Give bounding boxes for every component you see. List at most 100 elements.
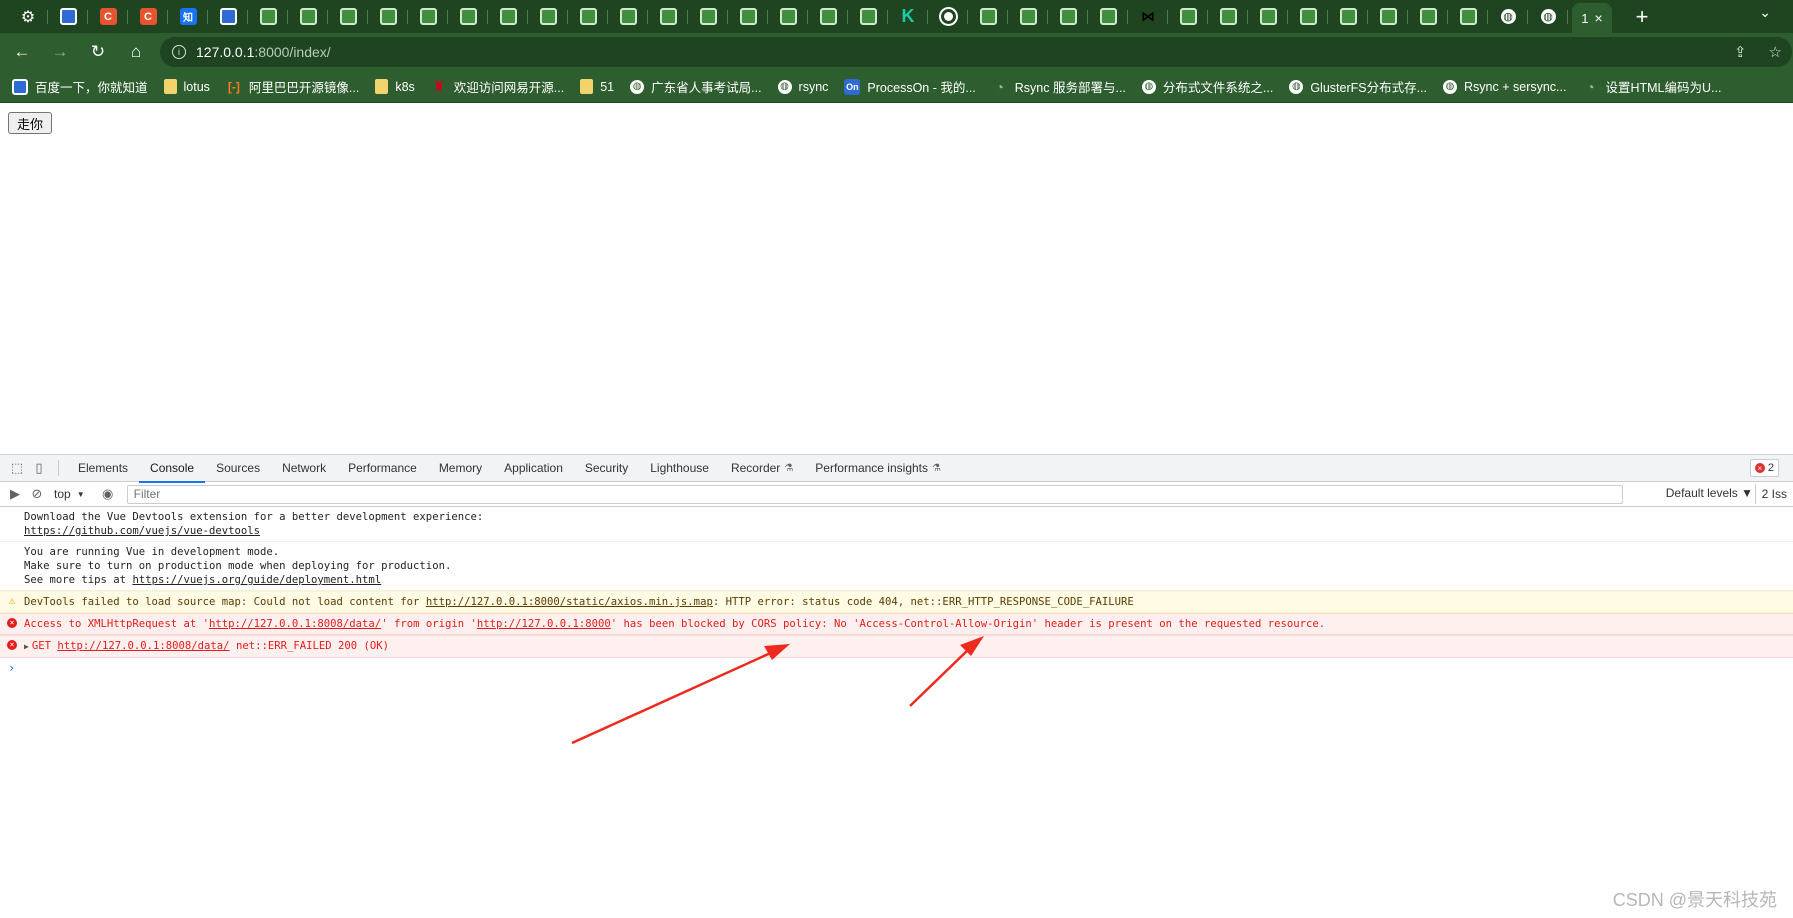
browser-tab[interactable] — [568, 0, 608, 33]
new-tab-button[interactable]: + — [1630, 4, 1654, 29]
browser-tab[interactable] — [1368, 0, 1408, 33]
browser-tab[interactable] — [288, 0, 328, 33]
back-button[interactable]: ← — [6, 36, 38, 68]
active-tab[interactable]: 1 × — [1572, 3, 1612, 33]
browser-tab[interactable]: C — [128, 0, 168, 33]
message-link[interactable]: http://127.0.0.1:8000 — [477, 618, 611, 630]
console-sidebar-icon[interactable]: ▶ — [4, 483, 26, 505]
message-link[interactable]: https://vuejs.org/guide/deployment.html — [132, 574, 381, 586]
pycharm-icon — [539, 8, 557, 25]
tab-security[interactable]: Security — [574, 455, 639, 482]
browser-tab[interactable]: 知 — [168, 0, 208, 33]
browser-tab[interactable] — [408, 0, 448, 33]
tab-elements[interactable]: Elements — [67, 455, 139, 482]
console-error-get-failed[interactable]: × ▶ GET http://127.0.0.1:8008/data/ net::E… — [0, 635, 1793, 658]
browser-tab[interactable] — [848, 0, 888, 33]
tab-performance[interactable]: Performance — [337, 455, 428, 482]
expand-triangle-icon[interactable]: ▶ — [24, 642, 29, 651]
tab-application[interactable]: Application — [493, 455, 574, 482]
browser-tab[interactable] — [1208, 0, 1248, 33]
clear-console-icon[interactable]: ⊘ — [26, 483, 48, 505]
browser-tab[interactable] — [368, 0, 408, 33]
browser-tab[interactable] — [1328, 0, 1368, 33]
message-link[interactable]: http://127.0.0.1:8008/data/ — [57, 640, 229, 652]
bookmark-item[interactable]: ◍ 广东省人事考试局... — [630, 77, 762, 96]
tab-recorder[interactable]: Recorder ⚗ — [720, 455, 804, 482]
browser-tab[interactable] — [528, 0, 568, 33]
browser-tab[interactable] — [608, 0, 648, 33]
bookmark-item[interactable]: ◍ GlusterFS分布式存... — [1289, 77, 1427, 96]
tab-search-chevron-icon[interactable]: ⌄ — [1759, 4, 1771, 21]
tab-memory[interactable]: Memory — [428, 455, 493, 482]
tab-console[interactable]: Console — [139, 455, 206, 483]
bookmark-item[interactable]: ◔ 设置HTML编码为U... — [1582, 77, 1721, 96]
browser-tab[interactable] — [1448, 0, 1488, 33]
browser-tab[interactable] — [928, 0, 968, 33]
browser-tab[interactable] — [1088, 0, 1128, 33]
close-icon[interactable]: × — [1595, 10, 1603, 26]
issues-button[interactable]: 2 Iss — [1754, 484, 1793, 504]
bookmark-star-icon[interactable]: ☆ — [1769, 43, 1782, 61]
browser-tab[interactable] — [1408, 0, 1448, 33]
baidu-icon — [59, 8, 77, 25]
go-button[interactable]: 走你 — [8, 112, 53, 134]
reload-button[interactable]: ↻ — [82, 36, 114, 68]
error-count-badge[interactable]: × 2 — [1749, 459, 1779, 477]
tab-lighthouse[interactable]: Lighthouse — [639, 455, 720, 482]
browser-tab[interactable] — [648, 0, 688, 33]
browser-tab[interactable] — [248, 0, 288, 33]
devtools-tab-bar: ⬚ ▯ Elements Console Sources Network Perform… — [0, 455, 1793, 483]
forward-button[interactable]: → — [44, 36, 76, 68]
bookmark-item[interactable]: ◍ rsync — [777, 79, 828, 94]
address-bar[interactable]: i 127.0.0.1:8000/index/ ⇪ ☆ — [160, 37, 1792, 67]
tab-network[interactable]: Network — [271, 455, 337, 482]
browser-tab[interactable] — [448, 0, 488, 33]
console-filter-input[interactable] — [126, 484, 1623, 504]
inspect-element-icon[interactable]: ⬚ — [6, 457, 28, 479]
device-toolbar-icon[interactable]: ▯ — [28, 457, 50, 479]
browser-tab[interactable] — [208, 0, 248, 33]
browser-tab[interactable]: ◍ — [1488, 0, 1528, 33]
browser-tab[interactable]: ⋈ — [1128, 0, 1168, 33]
pycharm-icon — [819, 8, 837, 25]
browser-tab[interactable]: C — [88, 0, 128, 33]
browser-tab[interactable] — [768, 0, 808, 33]
bookmark-item[interactable]: On ProcessOn - 我的... — [844, 77, 976, 96]
browser-tab[interactable] — [1248, 0, 1288, 33]
tab-performance-insights[interactable]: Performance insights ⚗ — [804, 455, 952, 482]
message-link[interactable]: http://127.0.0.1:8000/static/axios.min.j… — [426, 596, 713, 608]
live-expression-eye-icon[interactable]: ◉ — [97, 483, 119, 505]
console-prompt[interactable]: › — [0, 658, 1793, 678]
message-link[interactable]: https://github.com/vuejs/vue-devtools — [24, 525, 260, 537]
bookmark-item[interactable]: lotus — [163, 79, 210, 94]
bookmark-item[interactable]: 百度一下，你就知道 — [12, 77, 148, 96]
message-link[interactable]: http://127.0.0.1:8008/data/ — [209, 618, 381, 630]
bookmark-item[interactable]: k8s — [375, 79, 415, 94]
home-button[interactable]: ⌂ — [120, 36, 152, 68]
bookmark-item[interactable]: ◍ 分布式文件系统之... — [1141, 77, 1273, 96]
browser-tab[interactable]: K — [888, 0, 928, 33]
bookmark-item[interactable]: ◍ Rsync + sersync... — [1443, 79, 1566, 94]
browser-tab[interactable] — [728, 0, 768, 33]
browser-tab[interactable] — [688, 0, 728, 33]
site-info-icon[interactable]: i — [172, 45, 186, 59]
bookmark-item[interactable]: ♜ 欢迎访问网易开源... — [431, 77, 565, 96]
browser-tab[interactable]: ◍ — [1528, 0, 1568, 33]
browser-tab[interactable] — [488, 0, 528, 33]
bookmark-item[interactable]: [-] 阿里巴巴开源镜像... — [226, 77, 359, 96]
browser-tab[interactable] — [48, 0, 88, 33]
browser-tab[interactable] — [328, 0, 368, 33]
browser-tab[interactable]: ⚙ — [8, 0, 48, 33]
browser-tab[interactable] — [1168, 0, 1208, 33]
tab-sources[interactable]: Sources — [205, 455, 271, 482]
browser-tab[interactable] — [968, 0, 1008, 33]
browser-tab[interactable] — [1048, 0, 1088, 33]
share-icon[interactable]: ⇪ — [1734, 43, 1747, 61]
context-selector[interactable]: top ▼ — [54, 487, 85, 501]
log-levels-dropdown[interactable]: Default levels ▼ — [1666, 486, 1753, 500]
browser-tab[interactable] — [808, 0, 848, 33]
browser-tab[interactable] — [1008, 0, 1048, 33]
bookmark-item[interactable]: ◔ Rsync 服务部署与... — [992, 77, 1126, 96]
bookmark-item[interactable]: 51 — [580, 79, 614, 94]
browser-tab[interactable] — [1288, 0, 1328, 33]
